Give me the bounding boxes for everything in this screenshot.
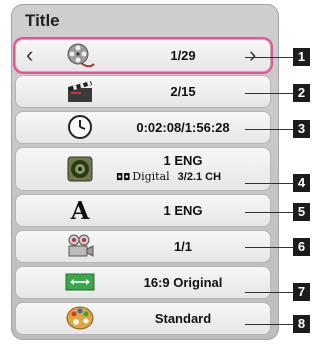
subtitle-a-icon: A	[64, 196, 96, 224]
callout-badge-7: 7	[293, 283, 310, 301]
svg-text:A: A	[70, 196, 90, 224]
time-value: 0:02:08/1:56:28	[136, 120, 230, 135]
palette-icon	[64, 304, 96, 332]
callout-badge-3: 3	[293, 120, 310, 138]
info-screen: Title ‹ 1/29 › 2/15 0:02:08/1:56:28 1 EN…	[0, 0, 324, 344]
row-picture-mode[interactable]: Standard	[16, 303, 270, 334]
row-audio[interactable]: 1 ENG ◘◘ Digital 3/2.1 CH	[16, 148, 270, 190]
clock-icon	[64, 113, 96, 141]
aspect-ratio-icon	[64, 268, 96, 296]
option-panel: Title ‹ 1/29 › 2/15 0:02:08/1:56:28 1 EN…	[11, 4, 279, 340]
callout-line-7	[245, 292, 293, 293]
subtitle-value: 1 ENG	[163, 203, 203, 218]
audio-value: 1 ENG	[163, 153, 203, 168]
dolby-digital-icon: ◘◘	[116, 173, 131, 183]
callout-badge-6: 6	[293, 238, 310, 256]
audio-format: ◘◘ Digital 3/2.1 CH	[116, 170, 221, 183]
row-chapter[interactable]: 2/15	[16, 76, 270, 107]
callout-line-6	[245, 247, 293, 248]
film-reel-icon	[64, 42, 96, 70]
row-angle[interactable]: 1/1	[16, 231, 270, 262]
row-title-number[interactable]: ‹ 1/29 ›	[16, 40, 270, 71]
callout-line-3	[245, 129, 293, 130]
row-picture-ratio[interactable]: 16:9 Original	[16, 267, 270, 298]
callout-line-5	[245, 212, 293, 213]
callout-badge-5: 5	[293, 203, 310, 221]
callout-line-2	[245, 93, 293, 94]
callout-badge-2: 2	[293, 84, 310, 102]
callout-badge-1: 1	[293, 48, 310, 66]
picture-mode-value: Standard	[154, 311, 212, 326]
audio-format-label: Digital	[132, 170, 170, 183]
clapperboard-icon	[64, 77, 96, 105]
picture-ratio-value: 16:9 Original	[143, 275, 223, 290]
callout-line-1	[245, 57, 293, 58]
row-time[interactable]: 0:02:08/1:56:28	[16, 112, 270, 143]
callout-badge-8: 8	[293, 315, 310, 333]
speaker-icon	[64, 155, 96, 183]
panel-title: Title	[25, 11, 60, 30]
callout-line-4	[245, 183, 293, 184]
angle-value: 1/1	[173, 239, 193, 254]
title-number-value: 1/29	[170, 48, 196, 63]
row-subtitle[interactable]: A 1 ENG	[16, 195, 270, 226]
callout-line-8	[245, 324, 293, 325]
arrow-right-icon[interactable]: ›	[249, 44, 256, 66]
arrow-left-icon[interactable]: ‹	[26, 44, 33, 66]
chapter-value: 2/15	[170, 84, 196, 99]
camera-icon	[64, 232, 96, 260]
callout-badge-4: 4	[293, 174, 310, 192]
audio-channels: 3/2.1 CH	[177, 171, 222, 183]
